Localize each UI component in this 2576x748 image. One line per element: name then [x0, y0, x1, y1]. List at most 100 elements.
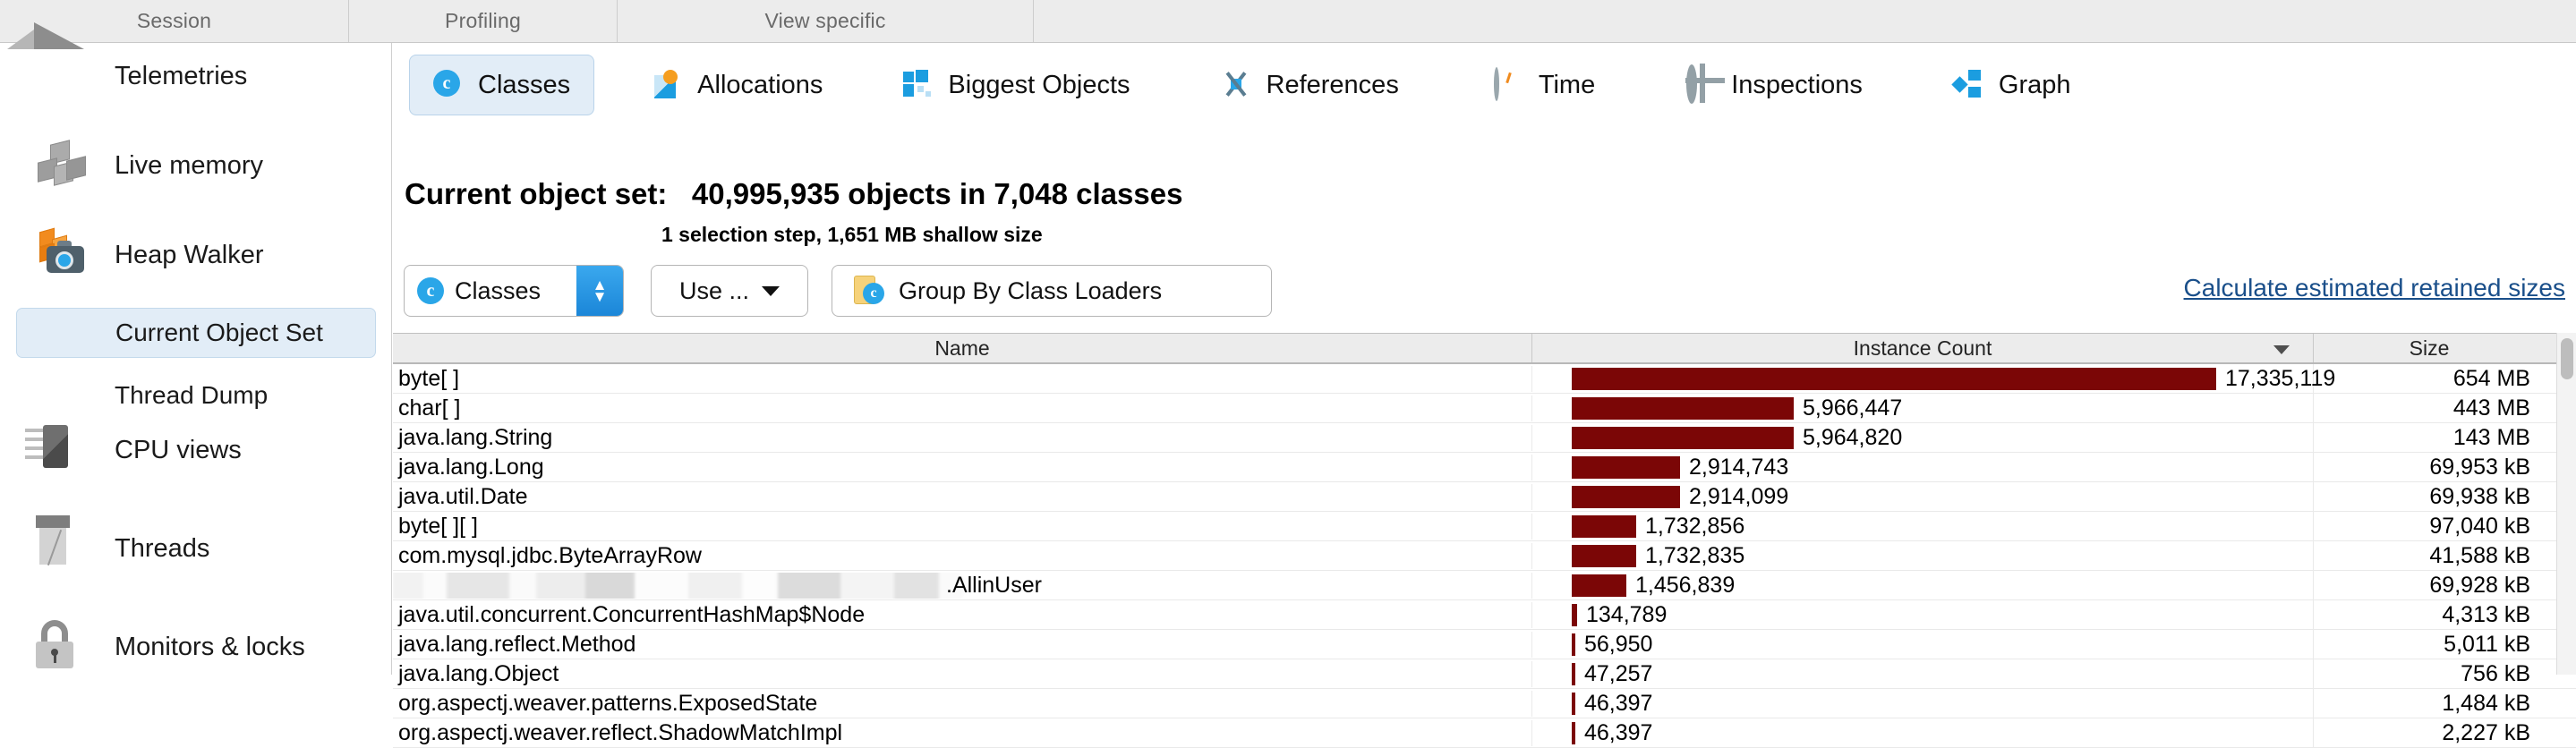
- cell-instance-count: 47,257: [1532, 659, 2314, 689]
- toolbar-group-strip: Session Profiling View specific: [0, 0, 2576, 43]
- cell-class-name: org.aspectj.weaver.patterns.ExposedState: [393, 690, 1532, 717]
- sidebar-item-threads[interactable]: Threads: [0, 515, 392, 582]
- scrollbar-thumb[interactable]: [2561, 338, 2573, 379]
- instance-count-bar: [1572, 692, 1575, 715]
- toolbar-group-view-specific: View specific: [618, 0, 1034, 42]
- view-tabs: c Classes Allocations Biggest Objects Refere…: [393, 48, 2576, 122]
- instance-count-bar: [1572, 721, 1575, 744]
- table-row[interactable]: java.lang.Long 2,914,743 69,953 kB: [393, 452, 2576, 482]
- use-button-label: Use ...: [678, 276, 750, 304]
- chevron-down-icon: [762, 285, 780, 296]
- sidebar-item-label: Telemetries: [115, 61, 248, 90]
- sidebar-item-live-memory[interactable]: Live memory: [0, 132, 392, 199]
- lock-icon: [34, 620, 88, 674]
- cell-size: 5,011 kB: [2444, 631, 2530, 657]
- tab-label: Classes: [478, 70, 571, 99]
- calculate-retained-sizes-link[interactable]: Calculate estimated retained sizes: [2184, 274, 2565, 302]
- sidebar: Telemetries Live memory Heap Walker CPU vie…: [0, 43, 392, 675]
- chevron-updown-icon[interactable]: ▲ ▼: [576, 266, 623, 316]
- classes-table: Name Instance Count Size byte[ ] 17,335,1…: [393, 333, 2576, 748]
- current-object-set-subtitle: 1 selection step, 1,651 MB shallow size: [661, 223, 1043, 246]
- gear-icon: [1686, 64, 1717, 104]
- cell-size: 2,227 kB: [2442, 719, 2530, 745]
- sidebar-item-telemetries[interactable]: Telemetries: [0, 43, 392, 109]
- group-by-class-loaders-label: Group By Class Loaders: [899, 276, 1163, 304]
- table-row[interactable]: byte[ ][ ] 1,732,856 97,040 kB: [393, 511, 2576, 541]
- use-button[interactable]: Use ...: [651, 265, 808, 317]
- sidebar-item-heap-walker[interactable]: Heap Walker: [0, 222, 392, 288]
- table-row[interactable]: char[ ] 5,966,447 443 MB: [393, 393, 2576, 423]
- table-row[interactable]: java.lang.String 5,964,820 143 MB: [393, 422, 2576, 453]
- table-row[interactable]: .AllinUser 1,456,839 69,928 kB: [393, 570, 2576, 600]
- tab-inspections[interactable]: Inspections: [1662, 55, 1887, 115]
- column-header-name[interactable]: Name: [393, 334, 1532, 362]
- tab-time[interactable]: Time: [1470, 55, 1619, 115]
- cell-class-name: .AllinUser: [393, 572, 1532, 599]
- cell-instance-count: 17,335,119: [1532, 363, 2335, 394]
- cell-instance-count: 2,914,099: [1532, 481, 2314, 512]
- tab-label: Allocations: [697, 70, 823, 99]
- class-icon: c: [433, 70, 464, 100]
- sidebar-subitem-thread-dump[interactable]: Thread Dump: [16, 370, 376, 421]
- instance-count-value: 1,732,856: [1645, 513, 1745, 539]
- column-header-size[interactable]: Size: [2314, 334, 2545, 362]
- sidebar-item-monitors-locks[interactable]: Monitors & locks: [0, 614, 392, 680]
- aggregation-level-combo[interactable]: c Classes ▲ ▼: [404, 265, 624, 317]
- instance-count-bar: [1572, 514, 1636, 538]
- toolbar-group-label: View specific: [764, 8, 886, 32]
- cell-class-name: java.lang.Object: [393, 660, 1532, 687]
- instance-count-value: 46,397: [1584, 719, 1653, 745]
- tab-references[interactable]: References: [1198, 55, 1423, 115]
- current-object-set-value: 40,995,935 objects in 7,048 classes: [691, 177, 1183, 210]
- instance-count-value: 1,732,835: [1645, 542, 1745, 568]
- current-object-set-label: Current object set:: [405, 177, 668, 210]
- table-row[interactable]: byte[ ] 17,335,119 654 MB: [393, 363, 2576, 394]
- toolbar-group-label: Session: [136, 8, 212, 32]
- cell-size: 69,938 kB: [2429, 483, 2530, 509]
- cell-size: 654 MB: [2452, 365, 2530, 391]
- sidebar-subitem-current-object-set[interactable]: Current Object Set: [16, 308, 376, 358]
- instance-count-bar: [1572, 633, 1575, 656]
- telemetry-icon: [34, 49, 88, 103]
- cell-instance-count: 134,789: [1532, 599, 2314, 630]
- tab-label: References: [1266, 70, 1399, 99]
- table-row[interactable]: java.util.concurrent.ConcurrentHashMap$N…: [393, 599, 2576, 630]
- instance-count-bar: [1572, 603, 1577, 626]
- cell-class-name: java.lang.reflect.Method: [393, 631, 1532, 658]
- instance-count-value: 5,964,820: [1803, 424, 1903, 450]
- table-row[interactable]: org.aspectj.weaver.reflect.ShadowMatchIm…: [393, 718, 2576, 748]
- tab-graph[interactable]: Graph: [1930, 55, 2095, 115]
- instance-count-bar: [1572, 455, 1680, 479]
- table-vertical-scrollbar[interactable]: [2556, 333, 2576, 675]
- biggest-objects-icon: [903, 70, 934, 100]
- sidebar-item-cpu-views[interactable]: CPU views: [0, 417, 392, 483]
- table-row[interactable]: java.lang.reflect.Method 56,950 5,011 kB: [393, 629, 2576, 659]
- instance-count-value: 5,966,447: [1803, 395, 1903, 421]
- tab-biggest-objects[interactable]: Biggest Objects: [879, 55, 1154, 115]
- cell-class-name: byte[ ]: [393, 365, 1532, 392]
- instance-count-value: 1,456,839: [1635, 572, 1736, 598]
- tab-allocations[interactable]: Allocations: [628, 55, 847, 115]
- cell-class-name: char[ ]: [393, 395, 1532, 421]
- cell-size: 143 MB: [2452, 424, 2530, 450]
- cell-size: 1,484 kB: [2442, 690, 2530, 716]
- instance-count-value: 17,335,119: [2225, 365, 2336, 391]
- table-row[interactable]: java.util.Date 2,914,099 69,938 kB: [393, 481, 2576, 512]
- toolbar-group-filler: [1034, 0, 2576, 42]
- toolbar-group-label: Profiling: [445, 8, 521, 32]
- table-row[interactable]: com.mysql.jdbc.ByteArrayRow 1,732,835 41,5…: [393, 540, 2576, 571]
- cubes-icon: [34, 139, 88, 192]
- instance-count-value: 47,257: [1584, 660, 1653, 686]
- column-header-instance-count[interactable]: Instance Count: [1532, 334, 2314, 362]
- cell-class-name: byte[ ][ ]: [393, 513, 1532, 540]
- heap-walker-icon: [34, 227, 88, 282]
- tab-classes[interactable]: c Classes: [409, 55, 595, 115]
- sidebar-item-label: CPU views: [115, 435, 242, 464]
- main-panel: c Classes Allocations Biggest Objects Refere…: [393, 43, 2576, 748]
- instance-count-bar: [1572, 544, 1636, 567]
- group-by-class-loaders-button[interactable]: c Group By Class Loaders: [832, 265, 1272, 317]
- cell-instance-count: 5,966,447: [1532, 393, 2314, 423]
- instance-count-bar: [1572, 367, 2216, 390]
- table-row[interactable]: org.aspectj.weaver.patterns.ExposedState…: [393, 688, 2576, 718]
- current-object-set-title: Current object set: 40,995,935 objects i…: [393, 177, 2576, 211]
